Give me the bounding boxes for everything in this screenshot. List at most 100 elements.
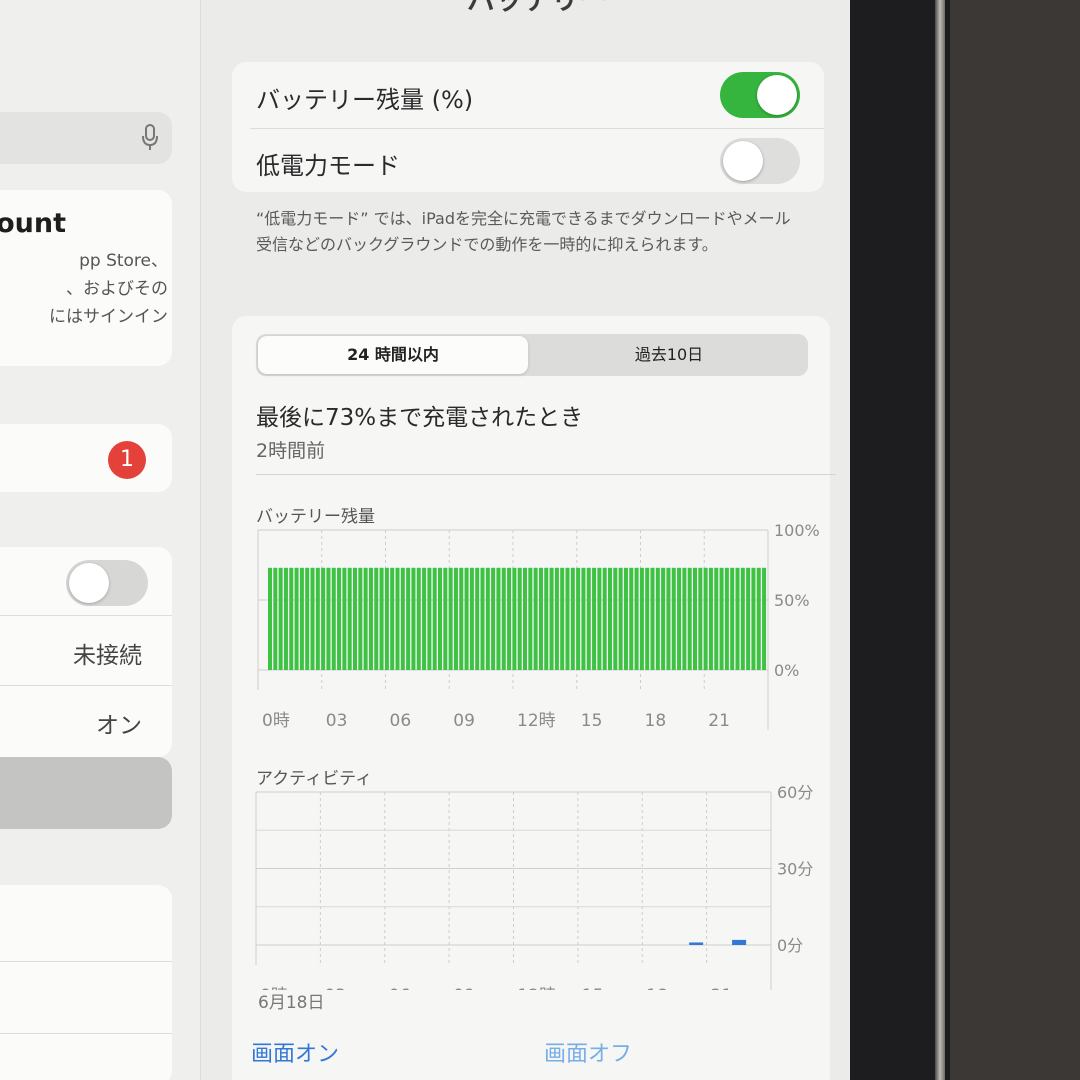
battery-level-bar <box>321 567 326 670</box>
battery-level-bar <box>475 567 480 670</box>
battery-level-bar <box>677 567 682 670</box>
x-tick-label: 21 <box>708 711 730 731</box>
last-charge-time: 2時間前 <box>256 440 326 462</box>
divider <box>0 961 172 962</box>
x-tick-label: 15 <box>581 711 603 731</box>
tab-last-24-hours[interactable]: 24 時間以内 <box>258 336 528 374</box>
battery-level-bar <box>613 567 618 670</box>
toggle-knob <box>69 563 109 603</box>
battery-level-bar <box>406 567 411 670</box>
battery-level-bar <box>347 567 352 670</box>
divider <box>250 128 824 129</box>
sidebar-item-value: オン <box>96 713 142 739</box>
battery-level-bar <box>299 567 304 670</box>
last-charge-label: 最後に73%まで充電されたとき <box>256 405 584 431</box>
battery-level-bar <box>661 567 666 670</box>
battery-level-bar <box>480 567 485 670</box>
device-edge <box>935 0 945 1080</box>
x-tick-label: 06 <box>389 986 411 990</box>
divider <box>0 615 172 616</box>
microphone-icon[interactable] <box>142 124 158 152</box>
activity-chart: 60分30分0分0時03060912時151821 <box>255 783 813 990</box>
battery-level-bar <box>337 567 342 670</box>
divider <box>256 474 836 475</box>
battery-level-bar <box>623 567 628 670</box>
battery-level-bar <box>538 567 543 670</box>
divider <box>0 1033 172 1034</box>
battery-level-bar <box>438 567 443 670</box>
sidebar-group <box>0 885 172 1080</box>
battery-level-bar <box>687 567 692 670</box>
ipad-screen: ount pp Store、 、およびその にはサインイン 1 未接続 オン バ… <box>0 0 860 1080</box>
x-tick-label: 0時 <box>262 711 290 731</box>
battery-level-bar <box>655 567 660 670</box>
battery-level-bar <box>464 567 469 670</box>
battery-level-bar <box>432 567 437 670</box>
y-tick-label: 0分 <box>777 936 803 955</box>
x-tick-label: 03 <box>326 711 348 731</box>
battery-level-bar <box>666 567 671 670</box>
sidebar-toggle[interactable] <box>66 560 148 606</box>
battery-level-bar <box>400 567 405 670</box>
battery-level-bar <box>576 567 581 670</box>
battery-level-bar <box>268 567 273 670</box>
tab-last-10-days[interactable]: 過去10日 <box>532 336 806 374</box>
account-line: pp Store、 <box>79 251 168 271</box>
battery-level-bar <box>708 567 713 670</box>
battery-level-bar <box>523 567 528 670</box>
activity-bar <box>732 939 747 945</box>
sidebar-item-selected[interactable] <box>0 757 172 829</box>
low-power-mode-label: 低電力モード <box>256 152 400 180</box>
battery-level-bar <box>273 567 278 670</box>
battery-level-bar <box>586 567 591 670</box>
battery-level-bar <box>305 567 310 670</box>
activity-bar <box>689 942 704 945</box>
battery-level-bar <box>422 567 427 670</box>
low-power-mode-switch[interactable] <box>720 138 800 184</box>
battery-level-bar <box>512 567 517 670</box>
sidebar-item-updates[interactable] <box>0 424 172 492</box>
battery-level-bar <box>560 567 565 670</box>
y-tick-label: 0% <box>774 661 799 680</box>
battery-level-bar <box>554 567 559 670</box>
battery-level-bar <box>283 567 288 670</box>
battery-level-bar <box>390 567 395 670</box>
battery-level-bar <box>379 567 384 670</box>
battery-level-bar <box>294 567 299 670</box>
page-title: バッテリー <box>467 0 607 18</box>
y-tick-label: 60分 <box>777 783 813 802</box>
chart-date-label: 6月18日 <box>258 993 325 1013</box>
battery-level-bar <box>528 567 533 670</box>
battery-level-bar <box>746 567 751 670</box>
search-field[interactable] <box>0 112 172 164</box>
battery-level-bar <box>358 567 363 670</box>
y-tick-label: 30分 <box>777 860 813 879</box>
battery-level-bar <box>453 567 458 670</box>
account-line: にはサインイン <box>49 307 168 327</box>
x-tick-label: 03 <box>324 986 346 990</box>
x-tick-label: 12時 <box>517 711 556 731</box>
battery-level-bar <box>597 567 602 670</box>
battery-level-bar <box>735 567 740 670</box>
battery-level-bar <box>395 567 400 670</box>
battery-level-bar <box>342 567 347 670</box>
battery-level-bar <box>714 567 719 670</box>
battery-level-bar <box>581 567 586 670</box>
period-segmented-control: 24 時間以内 過去10日 <box>256 334 808 376</box>
battery-level-bar <box>507 567 512 670</box>
battery-level-bar <box>645 567 650 670</box>
x-tick-label: 09 <box>453 711 475 731</box>
x-tick-label: 21 <box>711 986 733 990</box>
battery-level-bar <box>650 567 655 670</box>
legend-screen-off: 画面オフ <box>544 1042 633 1067</box>
battery-level-bar <box>639 567 644 670</box>
battery-level-bar <box>724 567 729 670</box>
battery-level-bar <box>549 567 554 670</box>
switch-knob <box>723 141 763 181</box>
battery-level-bar <box>592 567 597 670</box>
battery-level-bar <box>491 567 496 670</box>
battery-percentage-switch[interactable] <box>720 72 800 118</box>
battery-level-bar <box>326 567 331 670</box>
battery-level-bar <box>496 567 501 670</box>
battery-level-bar <box>427 567 432 670</box>
